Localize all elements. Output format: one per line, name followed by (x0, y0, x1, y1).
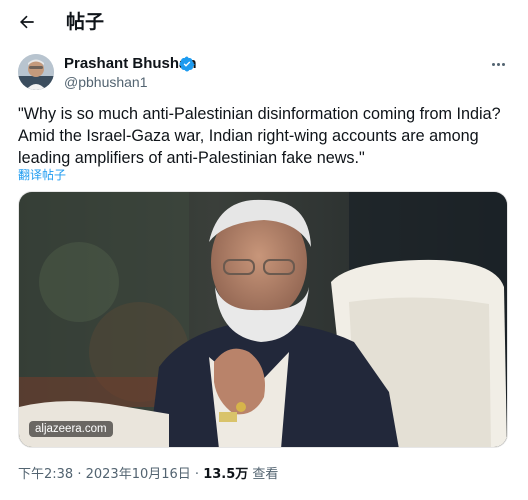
tweet-author: Prashant Bhushan @pbhushan1 (18, 54, 512, 94)
tweet-metadata: 下午2:38 · 2023年10月16日 · 13.5万 查看 (18, 467, 279, 482)
page-header: 帖子 (0, 0, 528, 44)
tweet-date[interactable]: 2023年10月16日 (86, 467, 191, 482)
news-photo (19, 192, 507, 447)
tweet-time[interactable]: 下午2:38 (18, 467, 73, 482)
display-name[interactable]: Prashant Bhushan (64, 55, 197, 73)
more-options-button[interactable] (488, 56, 508, 72)
avatar[interactable] (18, 54, 54, 90)
user-handle[interactable]: @pbhushan1 (64, 74, 148, 91)
verified-badge-icon (179, 56, 195, 72)
page-title: 帖子 (66, 11, 105, 33)
back-button[interactable] (14, 9, 40, 35)
media-source-label: aljazeera.com (29, 421, 113, 437)
views-count: 13.5万 (203, 467, 249, 482)
tweet-media-image[interactable]: aljazeera.com (18, 191, 508, 448)
tweet-text: "Why is so much anti-Palestinian disinfo… (18, 105, 501, 167)
translate-post-link[interactable]: 翻译帖子 (18, 166, 66, 183)
views-label: 查看 (248, 467, 279, 482)
arrow-left-icon (20, 15, 34, 29)
more-horizontal-icon (491, 62, 495, 66)
